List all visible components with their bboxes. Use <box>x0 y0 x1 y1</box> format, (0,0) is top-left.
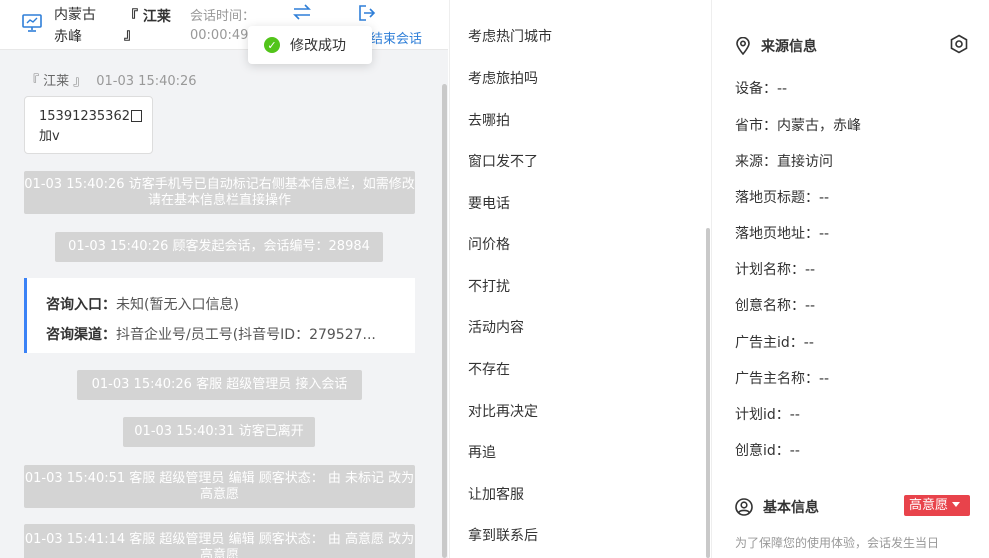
inquiry-channel-label: 咨询渠道： <box>46 327 116 343</box>
system-message: 01-03 15:40:31 访客已离开 <box>123 417 315 447</box>
copy-icon[interactable] <box>130 110 142 122</box>
intent-dropdown[interactable]: 高意愿 <box>904 495 970 516</box>
visitor-location: 内蒙古 赤峰 <box>54 4 114 48</box>
source-field-landing-title: 落地页标题：-- <box>735 190 830 206</box>
system-message: 01-03 15:40:51 客服 超级管理员 编辑 顾客状态： 由 未标记 改… <box>24 465 415 508</box>
location-province: 内蒙古 <box>54 7 96 23</box>
bubble-text: 加v <box>39 129 60 144</box>
source-info-header: 来源信息 <box>735 36 817 56</box>
system-message: 01-03 15:40:26 访客手机号已自动标记右侧基本信息栏，如需修改请在基… <box>24 171 415 214</box>
system-message: 01-03 15:40:26 顾客发起会话，会话编号：28984 <box>55 232 383 262</box>
source-field-plan-name: 计划名称：-- <box>735 262 816 278</box>
inquiry-card: 咨询入口：未知(暂无入口信息) 咨询渠道：抖音企业号/员工号(抖音号ID：279… <box>24 278 415 353</box>
sender-name: 『 江莱 』 <box>26 74 87 89</box>
monitor-icon <box>22 14 42 32</box>
system-message: 01-03 15:40:26 客服 超级管理员 接入会话 <box>77 370 362 400</box>
message-sender: 『 江莱 』 01-03 15:40:26 <box>26 70 197 89</box>
quick-reply-scrollbar[interactable] <box>706 228 710 558</box>
source-field-creative-id: 创意id：-- <box>735 443 800 459</box>
basic-info-header: 基本信息 <box>735 497 819 517</box>
quick-reply-item[interactable]: 再追 <box>468 442 496 462</box>
source-field-source: 来源：直接访问 <box>735 154 833 170</box>
chat-header: 内蒙古 赤峰 『 江莱 』 会话时间： 00:00:49 结束会话 <box>0 0 448 50</box>
intent-label: 高意愿 <box>909 498 949 513</box>
visitor-name: 『 江莱 』 <box>124 8 171 44</box>
chat-panel: 内蒙古 赤峰 『 江莱 』 会话时间： 00:00:49 结束会话 ✓ 修改成功… <box>0 0 448 558</box>
basic-info-title: 基本信息 <box>763 500 819 516</box>
quick-reply-item[interactable]: 不打扰 <box>468 276 510 296</box>
source-info-title: 来源信息 <box>761 39 817 55</box>
quick-reply-item[interactable]: 让加客服 <box>468 484 524 504</box>
source-field-advertiser-id: 广告主id：-- <box>735 335 814 351</box>
visitor-name-line1: 『 江莱 <box>124 9 171 25</box>
inquiry-channel-value: 抖音企业号/员工号(抖音号ID：279527... <box>116 327 376 343</box>
session-time-label: 会话时间： <box>190 9 256 24</box>
sender-time: 01-03 15:40:26 <box>96 74 197 89</box>
visitor-info-panel: 来源信息 设备：-- 省市：内蒙古，赤峰 来源：直接访问 落地页标题：-- 落地… <box>713 0 989 558</box>
check-circle-icon: ✓ <box>264 37 280 53</box>
source-field-region: 省市：内蒙古，赤峰 <box>735 118 861 134</box>
user-circle-icon <box>735 498 753 516</box>
success-toast: ✓ 修改成功 <box>248 26 372 64</box>
quick-reply-item[interactable]: 去哪拍 <box>468 110 510 130</box>
quick-reply-item[interactable]: 考虑热门城市 <box>468 26 552 46</box>
location-city: 赤峰 <box>54 29 82 45</box>
inquiry-entry-value: 未知(暂无入口信息) <box>116 297 239 313</box>
usage-notice: 为了保障您的使用体验，会话发生当日 <box>735 536 940 550</box>
settings-icon[interactable] <box>949 34 969 54</box>
chat-scrollbar[interactable] <box>442 84 447 558</box>
location-pin-icon <box>736 37 750 55</box>
quick-reply-item[interactable]: 要电话 <box>468 193 510 213</box>
source-field-device: 设备：-- <box>735 81 788 97</box>
quick-reply-panel: 考虑热门城市 考虑旅拍吗 去哪拍 窗口发不了 要电话 问价格 不打扰 活动内容 … <box>449 0 712 558</box>
exit-icon[interactable] <box>358 4 376 22</box>
visitor-message-bubble[interactable]: 15391235362 加v <box>24 96 153 154</box>
quick-reply-item[interactable]: 拿到联系后 <box>468 525 538 545</box>
source-field-landing-url: 落地页地址：-- <box>735 226 830 242</box>
visitor-name-line2: 』 <box>124 27 138 43</box>
transfer-icon[interactable] <box>292 4 312 20</box>
quick-reply-item[interactable]: 对比再决定 <box>468 401 538 421</box>
toast-text: 修改成功 <box>290 38 346 54</box>
caret-down-icon <box>952 502 961 507</box>
source-field-plan-id: 计划id：-- <box>735 407 800 423</box>
system-message: 01-03 15:41:14 客服 超级管理员 编辑 顾客状态： 由 高意愿 改… <box>24 524 415 558</box>
session-time-value: 00:00:49 <box>190 28 249 43</box>
bubble-phone: 15391235362 <box>39 109 130 124</box>
source-field-advertiser-name: 广告主名称：-- <box>735 371 830 387</box>
quick-reply-item[interactable]: 问价格 <box>468 234 510 254</box>
quick-reply-item[interactable]: 不存在 <box>468 359 510 379</box>
quick-reply-item[interactable]: 考虑旅拍吗 <box>468 68 538 88</box>
end-session-button[interactable]: 结束会话 <box>370 28 422 47</box>
inquiry-entry-label: 咨询入口： <box>46 297 116 313</box>
source-field-creative-name: 创意名称：-- <box>735 298 816 314</box>
quick-reply-item[interactable]: 窗口发不了 <box>468 151 538 171</box>
quick-reply-item[interactable]: 活动内容 <box>468 317 524 337</box>
